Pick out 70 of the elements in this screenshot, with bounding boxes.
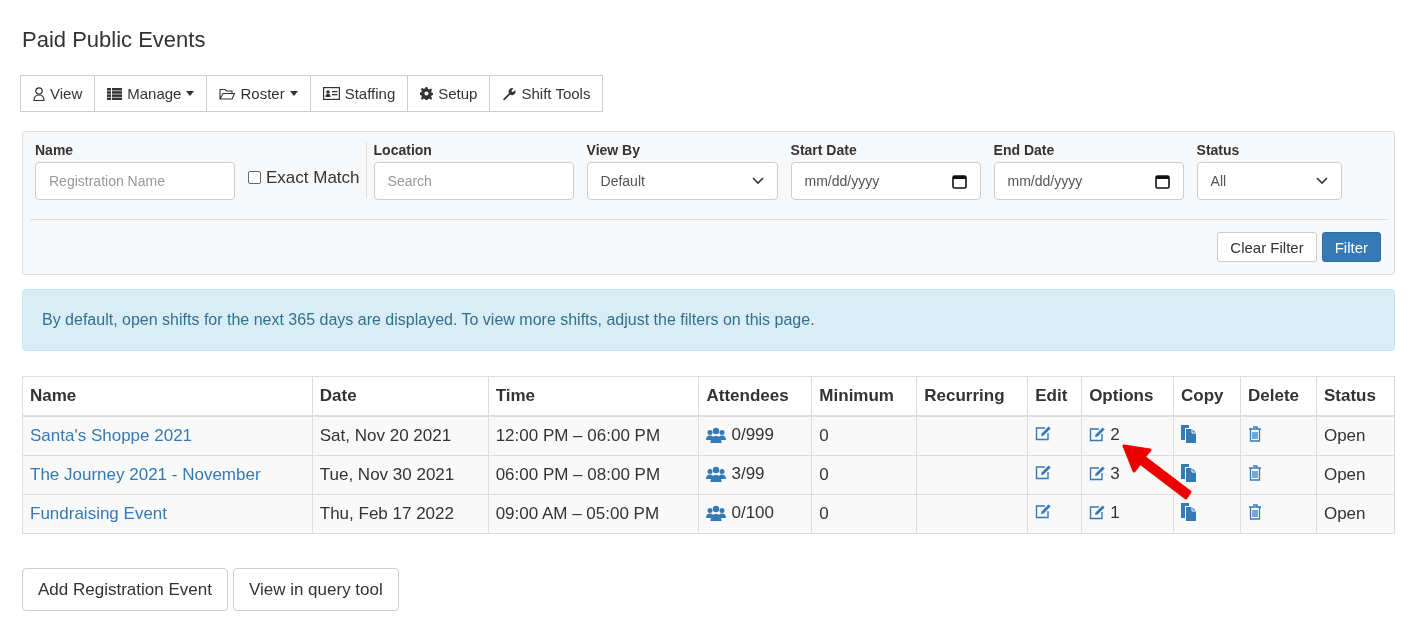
users-icon	[706, 504, 727, 521]
edit-icon[interactable]	[1089, 466, 1106, 482]
checkbox[interactable]	[248, 171, 261, 184]
table-cell: Thu, Feb 17 2022	[312, 494, 489, 534]
calendar-icon	[951, 173, 967, 189]
attendee-count: 0/100	[731, 502, 774, 523]
wrench-icon	[502, 86, 517, 101]
users-icon	[706, 426, 727, 443]
clear-filter-button[interactable]: Clear Filter	[1217, 232, 1317, 262]
options-count: 2	[1110, 424, 1120, 445]
filter-button[interactable]: Filter	[1321, 232, 1381, 262]
query-tool-button[interactable]: View in query tool	[232, 568, 399, 611]
location-field[interactable]: Search	[373, 162, 574, 200]
table-cell: 12:00 PM – 06:00 PM	[488, 416, 699, 456]
list-icon	[107, 87, 123, 100]
view-by-dropdown[interactable]: Default	[586, 162, 778, 200]
checkbox-label: Exact Match	[266, 168, 360, 188]
field-label: Status	[1196, 142, 1241, 158]
status-dropdown[interactable]: All	[1196, 162, 1342, 200]
trash-icon[interactable]	[1248, 464, 1262, 481]
chevron-down-icon	[751, 177, 764, 185]
table-cell: 0	[811, 455, 917, 495]
start-date-field[interactable]: mm/dd/yyyy	[790, 162, 981, 200]
toolbar-button[interactable]: View	[20, 75, 96, 112]
toolbar-button[interactable]: Shift Tools	[489, 75, 604, 112]
table-cell: 0	[811, 416, 917, 456]
edit-icon[interactable]	[1035, 504, 1052, 519]
page-title: Paid Public Events	[21, 26, 207, 54]
gear-icon	[420, 87, 434, 100]
edit-icon[interactable]	[1035, 465, 1052, 480]
end-date-field[interactable]: mm/dd/yyyy	[993, 162, 1184, 200]
table-cell: Tue, Nov 30 2021	[312, 455, 489, 495]
toolbar-button[interactable]: Manage	[94, 75, 208, 112]
table-cell: Open	[1316, 455, 1395, 495]
table-cell: Open	[1316, 416, 1395, 456]
calendar-icon	[1154, 173, 1170, 189]
table-cell: 0	[811, 494, 917, 534]
id-card-icon	[322, 87, 340, 100]
toolbar-button[interactable]: Roster	[206, 75, 311, 112]
edit-icon[interactable]	[1089, 505, 1106, 521]
add-event-button[interactable]: Add Registration Event	[22, 568, 228, 611]
edit-icon[interactable]	[1035, 426, 1052, 441]
attendee-count: 3/99	[731, 463, 765, 484]
field-label: Name	[35, 142, 75, 158]
table-cell: Sat, Nov 20 2021	[312, 416, 489, 456]
copy-icon[interactable]	[1181, 424, 1198, 443]
folder-icon	[219, 87, 236, 100]
table-cell: 09:00 AM – 05:00 PM	[488, 494, 699, 534]
name-field[interactable]: Registration Name	[35, 162, 235, 200]
copy-icon[interactable]	[1181, 502, 1198, 521]
user-icon	[33, 86, 45, 101]
field-label: Start Date	[790, 142, 858, 158]
trash-icon[interactable]	[1248, 425, 1262, 442]
trash-icon[interactable]	[1248, 503, 1262, 520]
toolbar-button[interactable]: Setup	[407, 75, 491, 112]
field-label: View By	[586, 142, 641, 158]
table-cell: Open	[1316, 494, 1395, 534]
toolbar-button[interactable]: Staffing	[309, 75, 409, 112]
options-count: 1	[1110, 502, 1120, 523]
field-label: Location	[373, 142, 433, 158]
pointer-arrow	[1122, 444, 1194, 502]
edit-icon[interactable]	[1089, 427, 1106, 443]
info-alert: By default, open shifts for the next 365 days are displayed. To view more shifts, adjust the filters on this page.	[22, 289, 1395, 351]
field-label: End Date	[993, 142, 1056, 158]
table-cell: 06:00 PM – 08:00 PM	[488, 455, 699, 495]
copy-icon[interactable]	[1181, 463, 1198, 482]
chevron-down-icon	[1315, 177, 1328, 185]
users-icon	[706, 465, 727, 482]
attendee-count: 0/999	[731, 424, 774, 445]
options-count: 3	[1110, 463, 1120, 484]
